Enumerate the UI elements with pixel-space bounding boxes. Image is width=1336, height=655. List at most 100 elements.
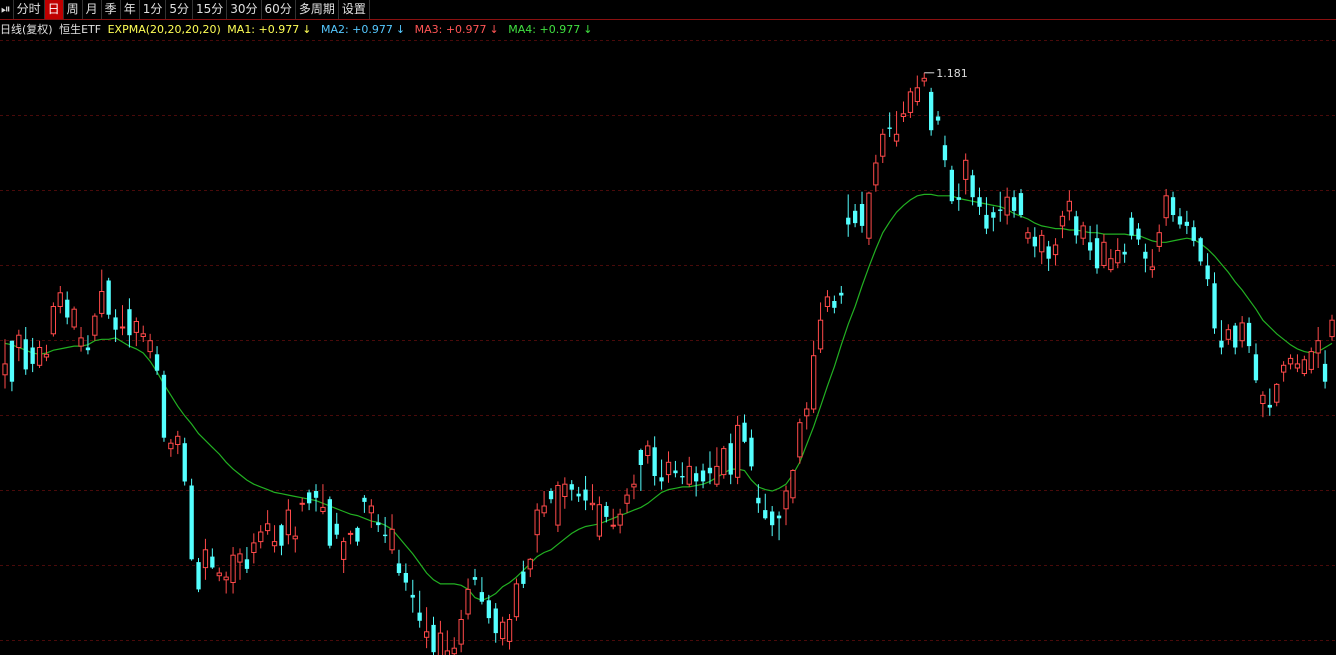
candle[interactable] <box>963 153 969 195</box>
candle[interactable] <box>555 481 561 532</box>
candle[interactable] <box>1025 227 1031 244</box>
candle[interactable] <box>92 313 98 341</box>
candle[interactable] <box>1239 316 1245 348</box>
candle[interactable] <box>216 567 222 582</box>
candle[interactable] <box>893 111 900 147</box>
candle[interactable] <box>244 547 250 573</box>
candle[interactable] <box>299 497 305 512</box>
candle[interactable] <box>859 191 865 233</box>
candle[interactable] <box>1101 234 1107 269</box>
candle[interactable] <box>196 557 201 593</box>
candle[interactable] <box>493 603 498 643</box>
candle[interactable] <box>624 488 630 513</box>
candle[interactable] <box>410 579 415 613</box>
candle[interactable] <box>1170 191 1176 222</box>
candle[interactable] <box>631 474 637 500</box>
candle[interactable] <box>1080 221 1086 245</box>
candle[interactable] <box>1143 243 1148 273</box>
candle[interactable] <box>285 499 292 545</box>
candle[interactable] <box>562 477 568 509</box>
candle[interactable] <box>1253 343 1259 384</box>
candle[interactable] <box>327 496 332 549</box>
candle[interactable] <box>977 187 982 215</box>
candle[interactable] <box>1315 327 1321 368</box>
candle[interactable] <box>1066 190 1072 221</box>
candle[interactable] <box>465 578 471 620</box>
candle[interactable] <box>839 286 844 304</box>
candle[interactable] <box>984 197 989 235</box>
candle[interactable] <box>914 75 921 106</box>
candle[interactable] <box>1225 324 1231 345</box>
candle[interactable] <box>486 594 491 624</box>
candle[interactable] <box>832 295 837 314</box>
candle[interactable] <box>210 548 215 569</box>
candle[interactable] <box>1156 224 1162 252</box>
candle[interactable] <box>790 469 796 504</box>
candle[interactable] <box>949 165 954 204</box>
candle[interactable] <box>1032 227 1037 258</box>
candle[interactable] <box>534 503 540 553</box>
candle[interactable] <box>99 269 105 318</box>
candle[interactable] <box>279 523 284 556</box>
candle[interactable] <box>1198 236 1203 266</box>
candle[interactable] <box>71 306 77 330</box>
candle[interactable] <box>202 538 209 580</box>
candle[interactable] <box>797 418 803 464</box>
candle[interactable] <box>1246 317 1252 353</box>
candle[interactable] <box>887 112 892 138</box>
candle[interactable] <box>368 499 375 528</box>
candle[interactable] <box>230 547 236 594</box>
candle[interactable] <box>1233 322 1238 355</box>
candle[interactable] <box>376 514 381 532</box>
candle[interactable] <box>1149 249 1155 278</box>
candle[interactable] <box>541 491 547 517</box>
candle[interactable] <box>521 560 526 589</box>
candle[interactable] <box>991 206 996 232</box>
candle[interactable] <box>824 290 831 312</box>
candle[interactable] <box>1108 249 1114 273</box>
candle[interactable] <box>383 516 388 543</box>
candle[interactable] <box>811 340 817 414</box>
candle[interactable] <box>271 525 278 553</box>
candle[interactable] <box>776 511 782 541</box>
candle[interactable] <box>472 568 478 586</box>
candle[interactable] <box>527 557 533 578</box>
candle[interactable] <box>817 302 824 353</box>
candle[interactable] <box>742 414 747 444</box>
candle[interactable] <box>292 526 298 553</box>
candle[interactable] <box>1191 220 1196 247</box>
candle[interactable] <box>424 607 430 649</box>
candle[interactable] <box>1129 212 1134 240</box>
candle[interactable] <box>866 191 872 245</box>
candle[interactable] <box>1219 320 1224 355</box>
candle[interactable] <box>1281 361 1287 382</box>
candle[interactable] <box>638 448 643 491</box>
candle[interactable] <box>645 440 651 464</box>
candle[interactable] <box>389 514 395 554</box>
candle[interactable] <box>140 325 146 343</box>
candle[interactable] <box>417 590 422 628</box>
candle[interactable] <box>1052 238 1059 266</box>
candle[interactable] <box>1163 188 1169 226</box>
candle[interactable] <box>431 616 436 655</box>
candle[interactable] <box>362 495 367 513</box>
candle[interactable] <box>258 525 264 549</box>
candle[interactable] <box>189 478 194 561</box>
candle[interactable] <box>444 630 451 655</box>
candle[interactable] <box>596 496 603 541</box>
candle[interactable] <box>763 493 768 520</box>
candle[interactable] <box>1260 391 1266 418</box>
candle[interactable] <box>458 609 464 653</box>
candle[interactable] <box>1039 229 1045 265</box>
candle[interactable] <box>251 533 257 564</box>
candle[interactable] <box>223 571 229 594</box>
candle[interactable] <box>437 620 444 655</box>
candle[interactable] <box>1322 350 1328 389</box>
candle[interactable] <box>673 460 678 478</box>
candle[interactable] <box>175 430 181 455</box>
candle[interactable] <box>707 451 713 485</box>
candle[interactable] <box>1329 314 1335 341</box>
candle[interactable] <box>680 462 685 485</box>
candle[interactable] <box>617 508 623 534</box>
candle[interactable] <box>1018 188 1024 218</box>
